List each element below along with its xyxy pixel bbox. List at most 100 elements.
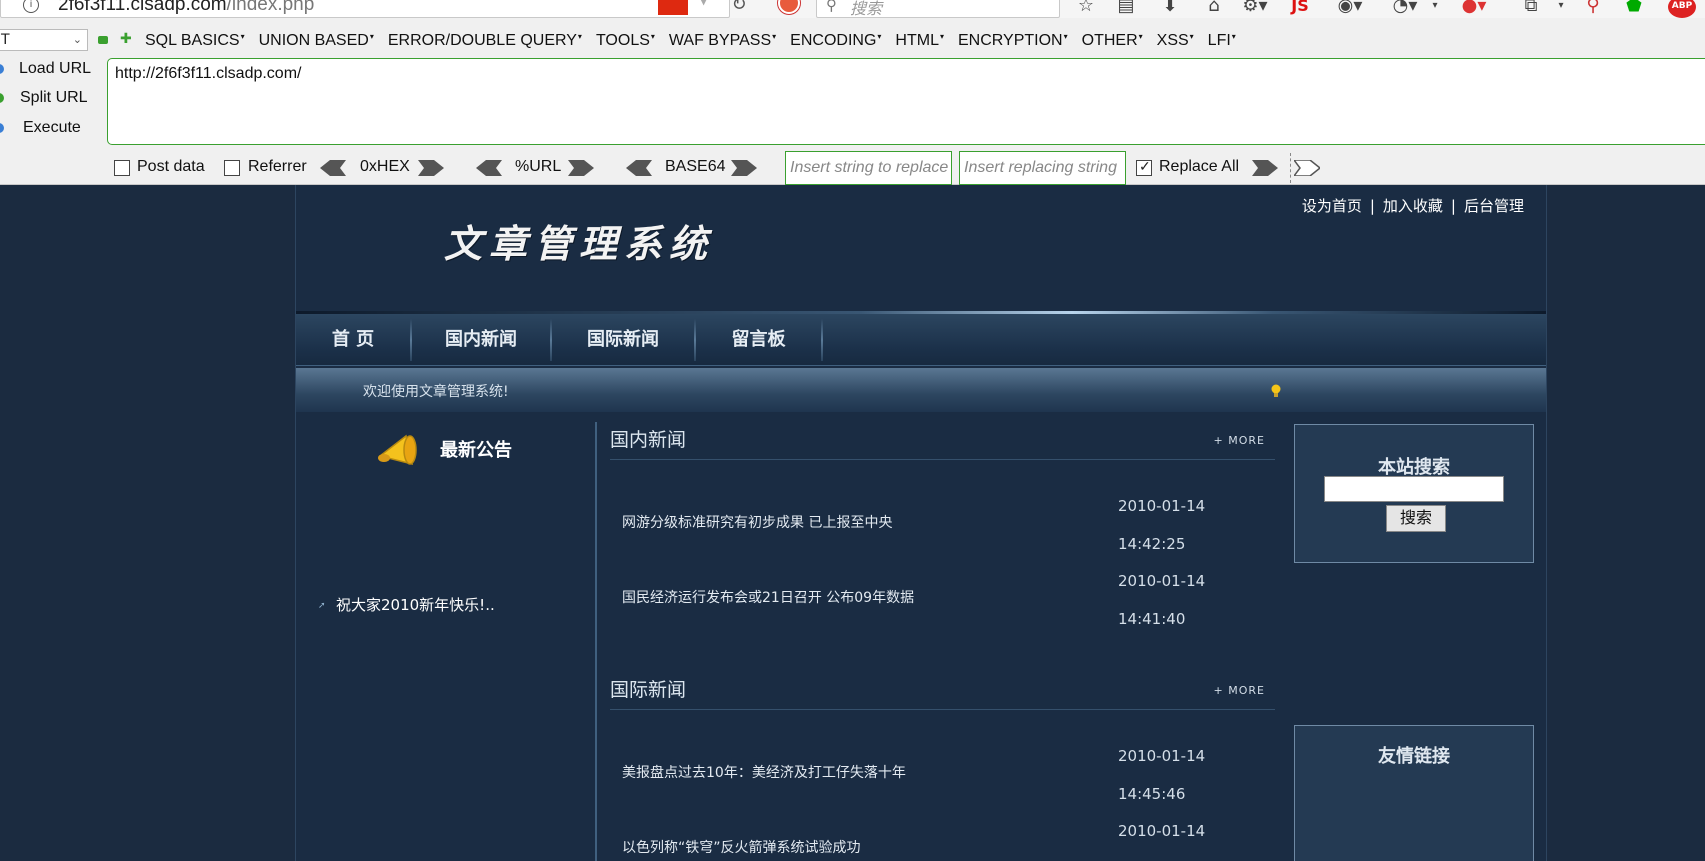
news-title-link[interactable]: 网游分级标准研究有初步成果 已上报至中央 (622, 512, 892, 532)
news-title-link[interactable]: 国民经济运行发布会或21日召开 公布09年数据 (622, 587, 914, 607)
post-data-checkbox[interactable] (114, 160, 130, 176)
address-bar[interactable]: i 2f6f3f11.clsadp.com/index.php ▼ (0, 0, 730, 18)
news-date-day: 2010-01-14 (1118, 822, 1206, 840)
nav-home[interactable]: 首 页 (296, 314, 410, 366)
menu-xss[interactable]: XSS (1157, 32, 1194, 50)
lightbulb-icon (1270, 383, 1282, 397)
site-logo-title: 文章管理系统 (444, 221, 715, 266)
international-more-link[interactable]: + MORE (1214, 684, 1265, 697)
home-icon[interactable]: ⌂ (1202, 0, 1226, 18)
minus-icon[interactable] (98, 36, 108, 44)
execute-button[interactable]: Execute (0, 117, 100, 145)
international-news-header: 国际新闻 + MORE (610, 662, 1275, 710)
menu-error-double-query[interactable]: ERROR/DOUBLE QUERY (388, 32, 582, 50)
hex-label: 0xHEX (360, 158, 410, 175)
url-host: 2f6f3f11.clsadp.com (58, 0, 227, 15)
nav-international-news[interactable]: 国际新闻 (552, 314, 694, 366)
hex-encode-arrow-icon[interactable] (418, 160, 444, 176)
replace-all-checkbox[interactable] (1136, 158, 1152, 176)
hackbar-icon[interactable]: ●▾ (1458, 0, 1490, 18)
base64-encode-arrow-icon[interactable] (731, 160, 757, 176)
news-title-link[interactable]: 美报盘点过去10年：美经济及打工仔失落十年 (622, 762, 906, 782)
shield-icon[interactable]: ⬟ (1622, 0, 1646, 18)
referrer-label: Referrer (248, 158, 307, 175)
proxy-icon[interactable]: ◉▾ (1334, 0, 1366, 18)
china-flag-icon[interactable] (658, 0, 688, 15)
noscript-icon[interactable] (778, 0, 800, 14)
split-url-button[interactable]: Split URL (0, 87, 100, 115)
divider (1290, 153, 1291, 183)
nav-domestic-news[interactable]: 国内新闻 (412, 314, 550, 366)
menu-html[interactable]: HTML (895, 32, 944, 50)
replace-to-input[interactable]: Insert replacing string (959, 151, 1126, 185)
set-homepage-link[interactable]: 设为首页 (1302, 197, 1362, 215)
url-path: /index.php (226, 0, 315, 15)
url-encode-arrow-icon[interactable] (568, 160, 594, 176)
menu-encoding[interactable]: ENCODING (790, 32, 881, 50)
domestic-news-title: 国内新闻 (610, 429, 687, 451)
replace-from-input[interactable]: Insert string to replace (785, 151, 952, 185)
chevron-down-icon[interactable]: ▾ (1554, 0, 1568, 18)
download-icon[interactable]: ⬇ (1158, 0, 1182, 18)
search-placeholder: 搜索 (850, 0, 883, 18)
hackbar-panel: T ⌄ ✚ SQL BASICS UNION BASED ERROR/DOUBL… (0, 18, 1705, 185)
adblock-icon[interactable]: ABP (1668, 0, 1696, 18)
execute-icon (0, 123, 4, 133)
hex-decode-arrow-icon[interactable] (320, 160, 346, 176)
chevron-down-icon[interactable]: ▼ (699, 0, 708, 7)
menu-other[interactable]: OTHER (1082, 32, 1143, 50)
plus-icon[interactable]: ✚ (120, 32, 132, 46)
menu-sql-basics[interactable]: SQL BASICS (145, 32, 245, 50)
divider: | (1369, 197, 1375, 215)
menu-waf-bypass[interactable]: WAF BYPASS (669, 32, 776, 50)
menu-union-based[interactable]: UNION BASED (259, 32, 374, 50)
chevron-down-icon[interactable]: ▾ (1428, 0, 1442, 18)
add-favorite-link[interactable]: 加入收藏 (1383, 197, 1443, 215)
url-encode-label: %URL (515, 158, 562, 175)
address-url[interactable]: 2f6f3f11.clsadp.com/index.php (58, 0, 314, 16)
nav-guestbook[interactable]: 留言板 (696, 314, 821, 366)
arrow-bullet-icon: ➚ (318, 601, 326, 611)
split-url-icon (0, 93, 4, 103)
load-url-button[interactable]: Load URL (0, 58, 100, 86)
replace-arrow-outline-icon[interactable] (1294, 160, 1320, 176)
menu-tools[interactable]: TOOLS (596, 32, 655, 50)
replace-arrow-icon[interactable] (1252, 160, 1278, 176)
divider (821, 319, 823, 361)
info-icon[interactable]: i (23, 0, 39, 13)
news-row: 网游分级标准研究有初步成果 已上报至中央 2010-01-14 14:42:25 (610, 487, 1275, 562)
base64-label: BASE64 (665, 158, 726, 175)
window-icon[interactable]: ⧉ (1520, 0, 1542, 18)
referrer-checkbox[interactable] (224, 160, 240, 176)
site-search-button[interactable]: 搜索 (1386, 505, 1446, 532)
admin-link[interactable]: 后台管理 (1464, 197, 1524, 215)
menu-lfi[interactable]: LFI (1208, 32, 1236, 50)
welcome-text: 欢迎使用文章管理系统! (363, 384, 509, 400)
menu-encryption[interactable]: ENCRYPTION (958, 32, 1068, 50)
bookmark-star-icon[interactable]: ☆ (1074, 0, 1098, 18)
friend-links-box: 友情链接 (1294, 725, 1534, 861)
load-url-label: Load URL (19, 60, 92, 77)
base64-decode-arrow-icon[interactable] (626, 160, 652, 176)
announcement-title: 最新公告 (440, 440, 512, 461)
announcement-item[interactable]: ➚ 祝大家2010新年快乐!.. (318, 594, 495, 615)
url-decode-arrow-icon[interactable] (476, 160, 502, 176)
friend-links-title: 友情链接 (1378, 746, 1450, 767)
domestic-more-link[interactable]: + MORE (1214, 434, 1265, 447)
extension-gear-icon[interactable]: ⚙▾ (1240, 0, 1270, 18)
hackbar-options: Post data Referrer 0xHEX %URL BASE64 Ins… (114, 150, 1705, 186)
site-search-input[interactable] (1324, 476, 1504, 502)
hackbar-select[interactable]: T ⌄ (0, 29, 88, 51)
reading-list-icon[interactable]: ▤ (1114, 0, 1138, 18)
news-date: 2010-01-14 14:41:40 (1118, 562, 1205, 638)
column-divider (595, 422, 597, 861)
news-title-link[interactable]: 以色列称“铁穹”反火箭弹系统试验成功 (622, 837, 861, 857)
js-switch-icon[interactable]: JS (1287, 0, 1313, 18)
cookie-icon[interactable]: ◔▾ (1390, 0, 1420, 18)
hackbar-url-textarea[interactable]: http://2f6f3f11.clsadp.com/ (107, 58, 1705, 145)
execute-label: Execute (23, 119, 81, 136)
reload-icon[interactable]: ↻ (728, 0, 750, 16)
news-date-time: 14:42:25 (1118, 535, 1186, 553)
magnifier-icon[interactable]: ⚲ (1582, 0, 1604, 18)
search-bar[interactable]: ⚲ 搜索 (816, 0, 1060, 18)
